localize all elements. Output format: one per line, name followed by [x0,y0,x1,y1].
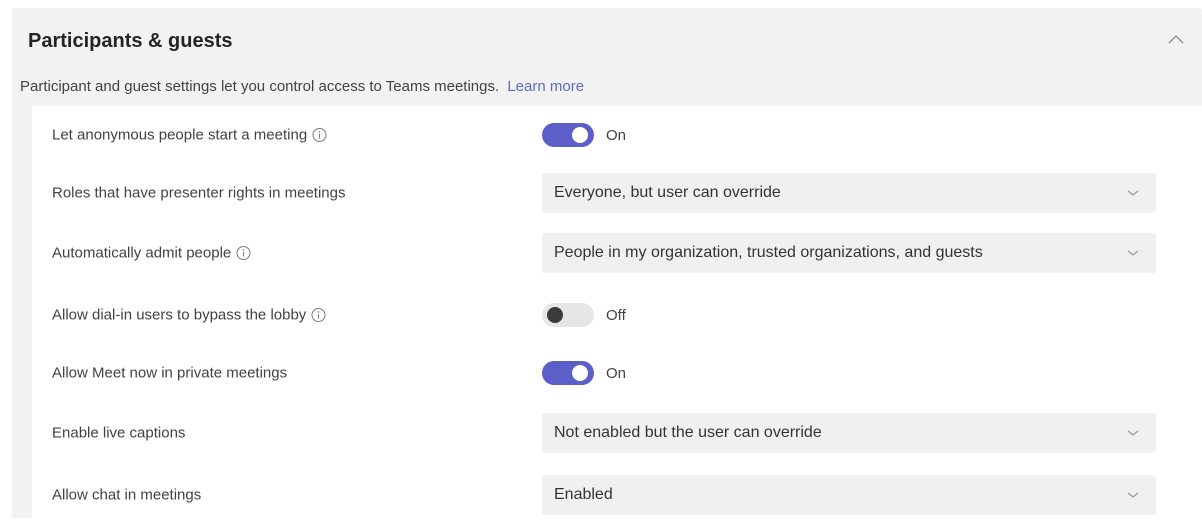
meet-now-toggle[interactable] [542,361,594,385]
section-header[interactable]: Participants & guests [28,22,1188,62]
learn-more-link[interactable]: Learn more [507,78,584,95]
section-description: Participant and guest settings let you c… [20,78,584,95]
setting-row-auto-admit: Automatically admit people People in my … [32,224,1202,282]
setting-label: Roles that have presenter rights in meet… [52,185,346,202]
info-icon[interactable] [236,246,251,261]
toggle-state-text: Off [606,306,626,324]
setting-label-text: Let anonymous people start a meeting [52,126,308,144]
chevron-up-icon [1168,35,1184,44]
settings-list: Let anonymous people start a meeting On … [32,106,1202,524]
setting-label-text: Enable live captions [52,424,186,442]
dialin-bypass-toggle[interactable] [542,303,594,327]
collapse-button[interactable] [1164,28,1188,52]
presenter-rights-dropdown[interactable]: Everyone, but user can override [542,173,1156,213]
toggle-control: On [542,361,626,385]
toggle-state-text: On [606,364,627,382]
setting-row-meet-now: Allow Meet now in private meetings On [32,344,1202,402]
setting-label: Allow dial-in users to bypass the lobby [52,307,326,324]
setting-label: Enable live captions [52,425,185,442]
info-icon[interactable] [312,128,327,143]
toggle-knob [572,365,588,381]
anonymous-start-toggle[interactable] [542,123,594,147]
toggle-knob [547,307,563,323]
setting-label: Let anonymous people start a meeting [52,127,327,144]
live-captions-dropdown[interactable]: Not enabled but the user can override [542,413,1156,453]
setting-label: Automatically admit people [52,245,251,262]
setting-label-text: Allow Meet now in private meetings [52,364,288,382]
dropdown-value: Enabled [554,486,613,503]
setting-row-dialin-bypass: Allow dial-in users to bypass the lobby … [32,286,1202,344]
dropdown-value: Everyone, but user can override [554,184,781,201]
toggle-control: Off [542,303,626,327]
chevron-down-icon [1127,492,1139,498]
section-title: Participants & guests [28,30,233,52]
setting-label-text: Allow dial-in users to bypass the lobby [52,306,307,324]
setting-label: Allow Meet now in private meetings [52,365,287,382]
description-text: Participant and guest settings let you c… [20,78,500,95]
setting-label-text: Roles that have presenter rights in meet… [52,184,346,202]
setting-label-text: Allow chat in meetings [52,486,202,504]
toggle-state-text: On [606,126,627,144]
setting-row-anonymous-start: Let anonymous people start a meeting On [32,106,1202,164]
setting-row-live-captions: Enable live captions Not enabled but the… [32,404,1202,462]
dropdown-value: Not enabled but the user can override [554,424,822,441]
chevron-down-icon [1127,430,1139,436]
dropdown-value: People in my organization, trusted organ… [554,244,983,261]
info-icon[interactable] [311,308,326,323]
auto-admit-dropdown[interactable]: People in my organization, trusted organ… [542,233,1156,273]
participants-guests-panel: Participants & guests Participant and gu… [12,8,1202,524]
chevron-down-icon [1127,250,1139,256]
chat-dropdown[interactable]: Enabled [542,475,1156,515]
setting-label-text: Automatically admit people [52,244,232,262]
setting-row-chat: Allow chat in meetings Enabled [32,466,1202,524]
setting-label: Allow chat in meetings [52,487,201,504]
setting-row-presenter-rights: Roles that have presenter rights in meet… [32,164,1202,222]
toggle-knob [572,127,588,143]
chevron-down-icon [1127,190,1139,196]
toggle-control: On [542,123,626,147]
